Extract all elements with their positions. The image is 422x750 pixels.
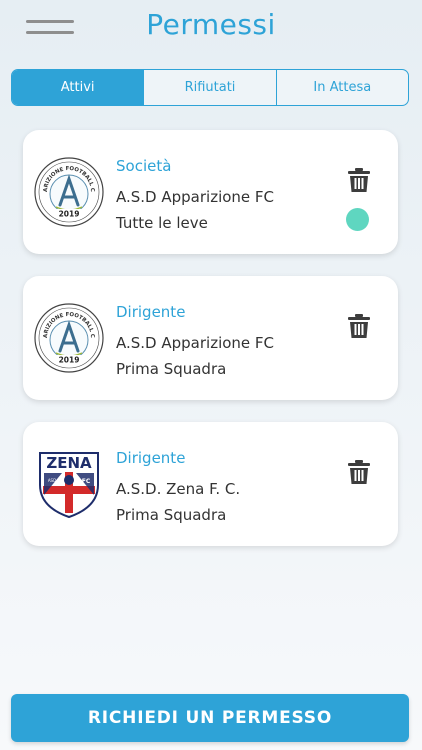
request-permission-button[interactable]: RICHIEDI UN PERMESSO <box>11 694 409 742</box>
permission-team: Tutte le leve <box>116 214 208 232</box>
zena-logo: ZENA ASD FC <box>39 452 99 519</box>
status-dot <box>346 208 369 231</box>
apparizione-logo: APPARIZIONE FOOTBALL CLUB 2019 <box>34 157 104 227</box>
trash-icon[interactable] <box>348 460 370 484</box>
svg-text:2019: 2019 <box>59 210 80 219</box>
trash-icon[interactable] <box>348 314 370 338</box>
permission-role: Società <box>116 157 172 175</box>
tab-attivi[interactable]: Attivi <box>12 70 144 105</box>
permission-club: A.S.D Apparizione FC <box>116 334 275 352</box>
page-title: Permessi <box>146 8 276 41</box>
svg-text:FC: FC <box>82 478 91 485</box>
tab-in-attesa[interactable]: In Attesa <box>275 70 408 105</box>
permission-role: Dirigente <box>116 449 186 467</box>
permission-club: A.S.D Apparizione FC <box>116 188 275 206</box>
apparizione-logo: APPARIZIONE FOOTBALL CLUB 2019 <box>34 303 104 373</box>
tab-bar: Attivi Rifiutati In Attesa <box>11 69 409 106</box>
trash-icon[interactable] <box>348 168 370 192</box>
permission-card[interactable]: APPARIZIONE FOOTBALL CLUB 2019 Dirigente… <box>23 276 398 400</box>
permission-team: Prima Squadra <box>116 360 227 378</box>
tab-rifiutati[interactable]: Rifiutati <box>143 70 275 105</box>
svg-text:2019: 2019 <box>59 356 80 365</box>
permission-club: A.S.D. Zena F. C. <box>116 480 241 498</box>
permission-card[interactable]: ZENA ASD FC Dirigente A.S.D. Zena F. C. … <box>23 422 398 546</box>
svg-text:ZENA: ZENA <box>46 454 92 472</box>
svg-text:ASD: ASD <box>48 478 56 483</box>
permission-team: Prima Squadra <box>116 506 227 524</box>
permission-role: Dirigente <box>116 303 186 321</box>
permission-card[interactable]: APPARIZIONE FOOTBALL CLUB 2019 Società A… <box>23 130 398 254</box>
